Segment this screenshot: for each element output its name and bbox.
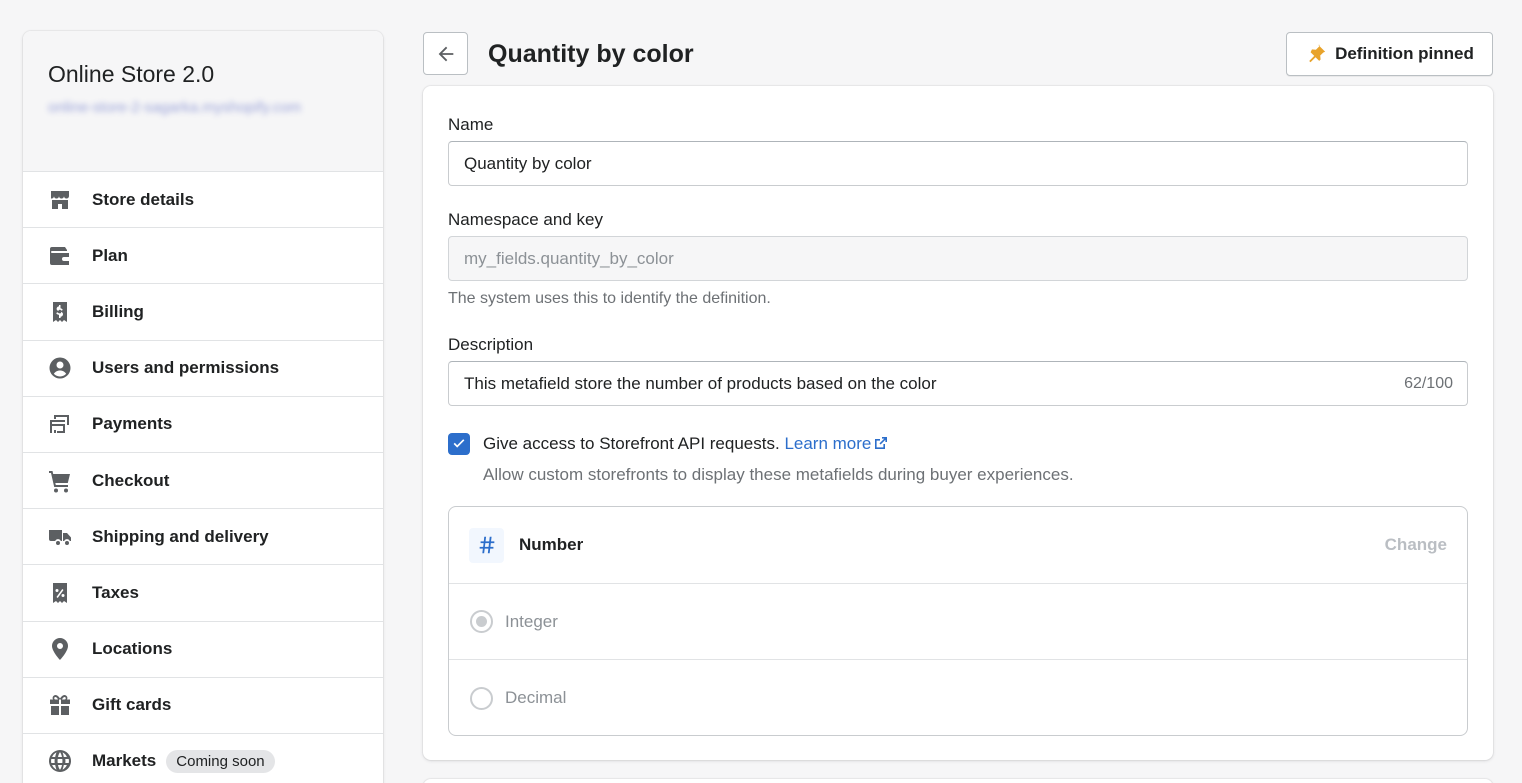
sidebar-item-label: Locations [92,639,173,659]
sidebar-item-label: Users and permissions [92,358,280,378]
sidebar-item-label: Taxes [92,582,139,602]
description-label: Description [448,335,534,354]
page-title: Quantity by color [488,40,694,68]
type-box: Number Change Integer Decimal [448,506,1468,736]
billing-icon [48,300,72,324]
hash-icon [469,527,504,563]
plan-icon [48,244,72,268]
pin-label: Definition pinned [1335,44,1474,63]
sidebar-item-label: Checkout [92,470,170,490]
pin-icon [1309,44,1326,63]
sidebar-item-plan[interactable]: Plan [23,228,383,285]
sidebar-item-label: Store details [92,189,195,209]
decimal-label: Decimal [505,688,567,707]
sidebar-item-label: Markets [92,751,157,771]
storefront-access-row: Give access to Storefront API requests. … [448,433,888,455]
coming-soon-badge: Coming soon [166,749,275,773]
sidebar-item-label: Gift cards [92,695,172,715]
description-input[interactable] [448,361,1468,406]
sidebar-item-shipping-delivery[interactable]: Shipping and delivery [23,509,383,566]
definition-pinned-button[interactable]: Definition pinned [1286,32,1493,76]
sidebar-item-billing[interactable]: Billing [23,284,383,341]
next-card [423,779,1493,783]
sidebar-item-markets[interactable]: Markets Coming soon [23,734,383,783]
sidebar-item-label: Shipping and delivery [92,526,269,546]
type-header: Number Change [449,507,1467,584]
external-link-icon [875,437,888,449]
description-char-count: 62/100 [1404,375,1453,392]
storefront-access-text: Give access to Storefront API requests. [483,434,780,453]
truck-icon [48,525,72,549]
decimal-radio[interactable] [470,686,493,710]
arrow-left-icon [438,46,453,61]
location-icon [48,637,72,661]
name-input[interactable] [448,141,1468,186]
gift-icon [48,693,72,717]
name-label: Name [448,115,494,134]
store-url[interactable]: online-store-2-sagarka.myshopify.com [48,96,358,120]
type-name: Number [519,535,584,554]
namespace-help-text: The system uses this to identify the def… [448,290,771,307]
checkmark-icon [453,439,465,448]
definition-card: Name Namespace and key The system uses t… [423,86,1493,760]
store-icon [48,188,72,212]
sidebar-item-gift-cards[interactable]: Gift cards [23,678,383,734]
sidebar-item-users-permissions[interactable]: Users and permissions [23,341,383,397]
sidebar-item-label: Payments [92,414,173,434]
back-button[interactable] [423,32,468,75]
radio-option-decimal[interactable]: Decimal [449,660,1467,735]
sidebar-item-store-details[interactable]: Store details [23,172,383,229]
integer-radio[interactable] [470,610,493,633]
storefront-access-label: Give access to Storefront API requests. … [483,433,888,455]
namespace-label: Namespace and key [448,210,603,229]
sidebar-item-locations[interactable]: Locations [23,622,383,678]
learn-more-link[interactable]: Learn more [784,434,888,453]
store-header: Online Store 2.0 online-store-2-sagarka.… [23,31,383,172]
store-name: Online Store 2.0 [48,61,215,87]
integer-label: Integer [505,611,558,631]
storefront-access-checkbox[interactable] [448,433,470,455]
taxes-icon [48,581,72,605]
namespace-key-input [448,236,1468,281]
change-type-button[interactable]: Change [1385,535,1447,555]
payments-icon [48,412,72,436]
radio-selected-dot [476,616,487,627]
sidebar-item-taxes[interactable]: Taxes [23,565,383,622]
sidebar-item-label: Billing [92,301,144,321]
user-icon [48,356,72,380]
cart-icon [48,469,72,493]
settings-sidebar: Online Store 2.0 online-store-2-sagarka.… [23,31,383,783]
sidebar-item-label: Plan [92,245,128,265]
globe-icon [48,749,72,773]
learn-more-text: Learn more [784,434,872,453]
storefront-help-text: Allow custom storefronts to display thes… [483,465,1074,484]
radio-option-integer[interactable]: Integer [449,584,1467,660]
sidebar-item-payments[interactable]: Payments [23,397,383,453]
sidebar-item-checkout[interactable]: Checkout [23,453,383,510]
